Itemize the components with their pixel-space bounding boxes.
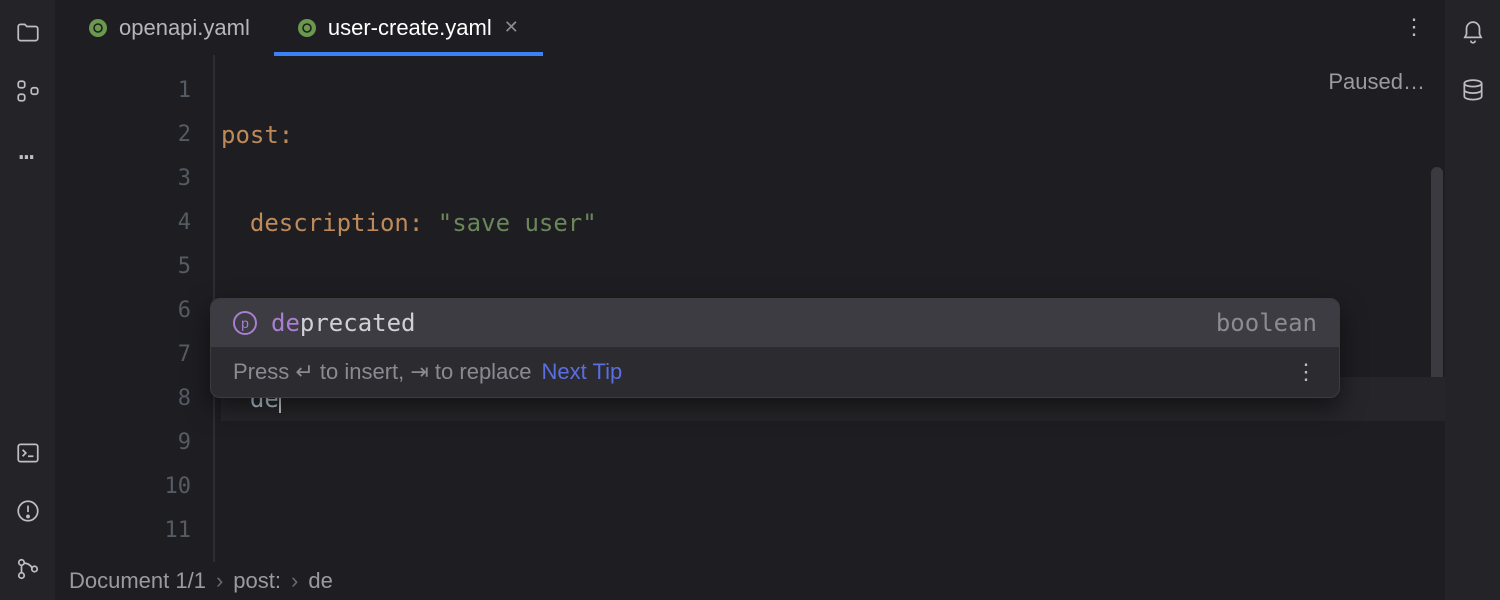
- breadcrumb-key[interactable]: de: [308, 568, 332, 594]
- line-number: 10: [55, 465, 191, 509]
- code-editor[interactable]: Paused… 1 2 3 4 5 6 7 8 9 10 11 12 post:…: [55, 55, 1445, 562]
- completion-menu-icon[interactable]: ⋮: [1295, 359, 1317, 385]
- chevron-right-icon: ›: [216, 568, 223, 594]
- line-number: 9: [55, 421, 191, 465]
- notifications-icon[interactable]: [1460, 20, 1486, 46]
- tab-overflow-icon[interactable]: ⋮: [1383, 0, 1445, 55]
- completion-footer: Press ↵ to insert, ⇥ to replace Next Tip…: [211, 347, 1339, 397]
- problems-icon[interactable]: [15, 498, 41, 524]
- line-number: 12: [55, 553, 191, 562]
- line-number: 6: [55, 289, 191, 333]
- line-number: 7: [55, 333, 191, 377]
- line-number-gutter: 1 2 3 4 5 6 7 8 9 10 11 12: [55, 55, 215, 562]
- editor-area: openapi.yaml user-create.yaml ✕ ⋮ Paused…: [55, 0, 1445, 600]
- tab-label: user-create.yaml: [328, 15, 492, 41]
- breadcrumb-key[interactable]: post:: [233, 568, 281, 594]
- yaml-file-icon: [89, 19, 107, 37]
- close-tab-icon[interactable]: ✕: [504, 17, 519, 38]
- tab-openapi[interactable]: openapi.yaml: [65, 0, 274, 55]
- breadcrumb-bar: Document 1/1 › post: › de: [55, 562, 1445, 600]
- line-number: 4: [55, 201, 191, 245]
- tab-bar: openapi.yaml user-create.yaml ✕ ⋮: [55, 0, 1445, 55]
- tab-user-create[interactable]: user-create.yaml ✕: [274, 0, 543, 55]
- completion-next-tip[interactable]: Next Tip: [542, 359, 623, 385]
- line-number: 5: [55, 245, 191, 289]
- more-icon[interactable]: …: [19, 136, 37, 166]
- left-tool-rail: …: [0, 0, 55, 600]
- terminal-icon[interactable]: [15, 440, 41, 466]
- property-icon: p: [233, 311, 257, 335]
- right-tool-rail: [1445, 0, 1500, 600]
- breadcrumb-doc[interactable]: Document 1/1: [69, 568, 206, 594]
- completion-popup: p deprecated boolean Press ↵ to insert, …: [210, 298, 1340, 398]
- line-number: 1: [55, 69, 191, 113]
- git-icon[interactable]: [15, 556, 41, 582]
- chevron-right-icon: ›: [291, 568, 298, 594]
- line-number: 8: [55, 377, 191, 421]
- line-number: 2: [55, 113, 191, 157]
- line-number: 3: [55, 157, 191, 201]
- yaml-file-icon: [298, 19, 316, 37]
- tab-label: openapi.yaml: [119, 15, 250, 41]
- structure-icon[interactable]: [15, 78, 41, 104]
- completion-label: deprecated: [271, 309, 416, 337]
- folder-icon[interactable]: [15, 20, 41, 46]
- database-icon[interactable]: [1460, 78, 1486, 104]
- line-number: 11: [55, 509, 191, 553]
- completion-type: boolean: [1216, 309, 1317, 337]
- completion-hint: Press ↵ to insert, ⇥ to replace: [233, 359, 532, 385]
- completion-item[interactable]: p deprecated boolean: [211, 299, 1339, 347]
